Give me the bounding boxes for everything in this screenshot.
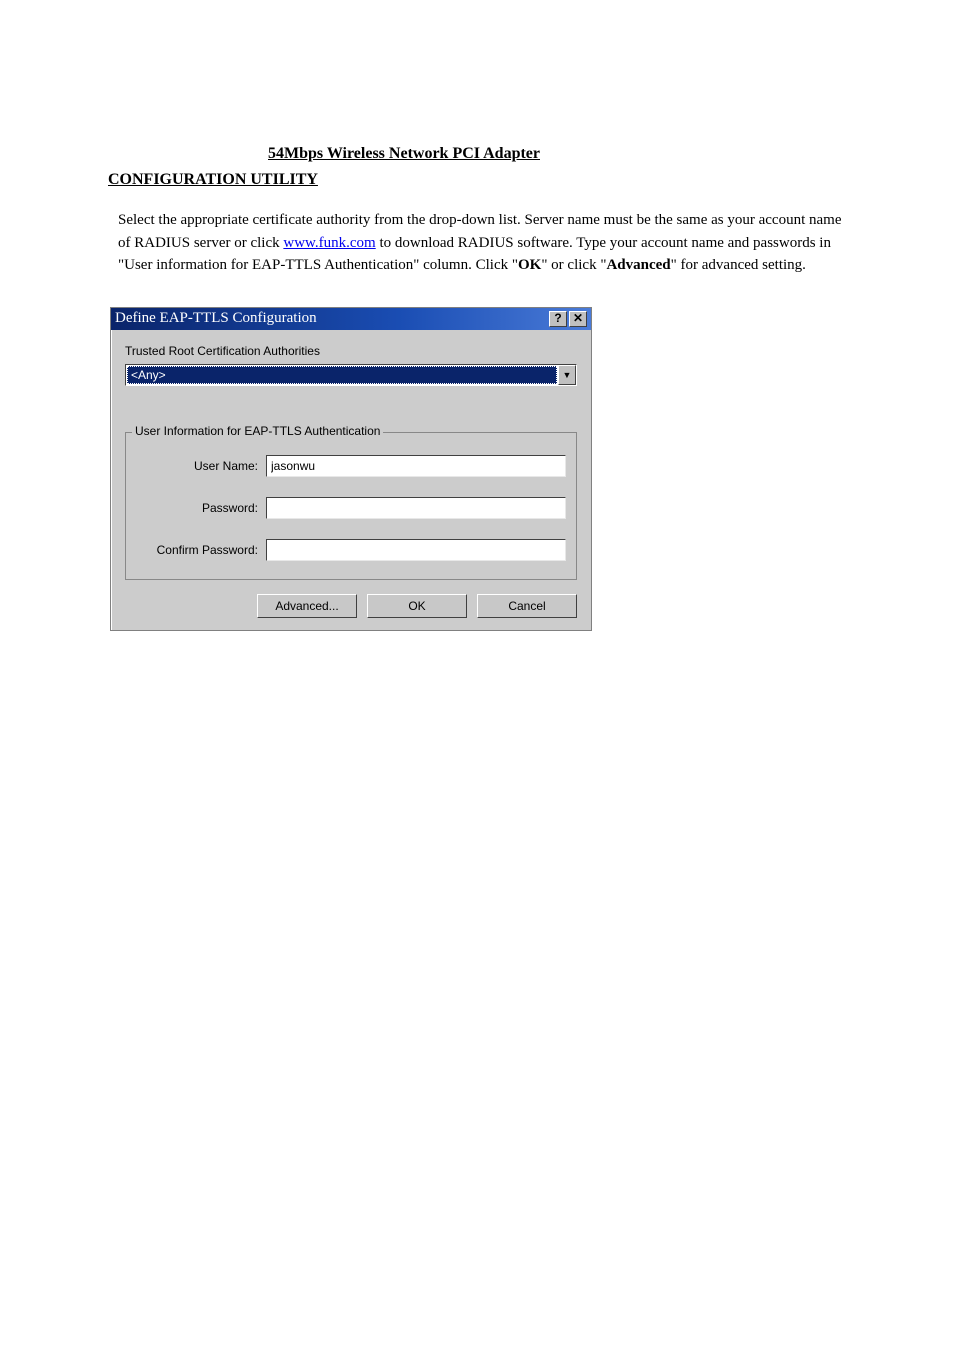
intro-text-3: " or click " [541, 257, 606, 273]
help-icon[interactable]: ? [549, 311, 567, 327]
advanced-inline: Advanced [606, 257, 670, 273]
confirm-password-input[interactable] [266, 539, 566, 561]
chevron-down-icon[interactable]: ▼ [558, 365, 576, 385]
funk-link[interactable]: www.funk.com [283, 235, 375, 251]
dialog-titlebar: Define EAP-TTLS Configuration ? ✕ [111, 308, 591, 330]
confirm-password-label: Confirm Password: [136, 543, 266, 557]
fieldset-legend: User Information for EAP-TTLS Authentica… [132, 424, 383, 438]
username-input[interactable] [266, 455, 566, 477]
password-input[interactable] [266, 497, 566, 519]
doc-header: 54Mbps Wireless Network PCI Adapter [268, 145, 894, 163]
doc-subheader: CONFIGURATION UTILITY [108, 171, 894, 189]
password-label: Password: [136, 501, 266, 515]
doc-paragraph: Select the appropriate certificate autho… [118, 209, 854, 277]
intro-text-4: " for advanced setting. [671, 257, 806, 273]
dialog-title: Define EAP-TTLS Configuration [115, 310, 317, 327]
close-icon[interactable]: ✕ [569, 311, 587, 327]
eap-ttls-dialog: Define EAP-TTLS Configuration ? ✕ Truste… [110, 307, 592, 631]
username-label: User Name: [136, 459, 266, 473]
cancel-button[interactable]: Cancel [477, 594, 577, 618]
dropdown-selected-value: <Any> [127, 366, 557, 384]
authorities-dropdown[interactable]: <Any> ▼ [125, 364, 577, 386]
authorities-label: Trusted Root Certification Authorities [125, 344, 577, 358]
ok-inline: OK [518, 257, 541, 273]
user-info-fieldset: User Information for EAP-TTLS Authentica… [125, 432, 577, 580]
advanced-button[interactable]: Advanced... [257, 594, 357, 618]
ok-button[interactable]: OK [367, 594, 467, 618]
